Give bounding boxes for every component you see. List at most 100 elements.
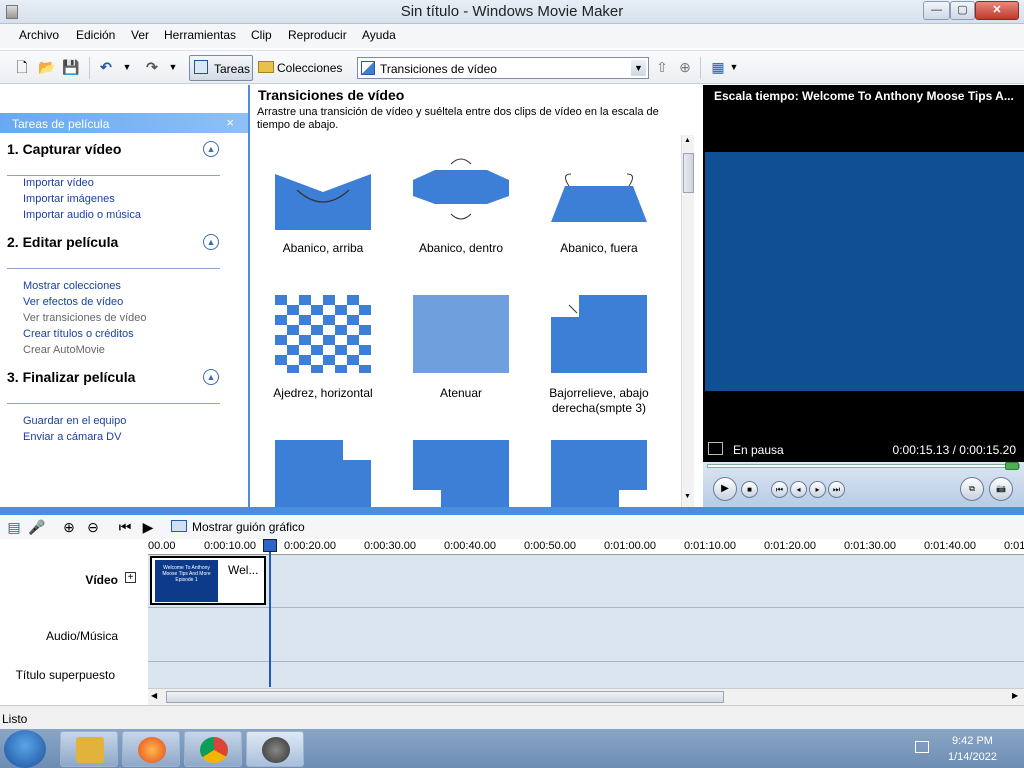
menu-reproducir[interactable]: Reproducir: [288, 28, 347, 42]
transition-thumb-fan-up[interactable]: [275, 152, 371, 230]
ruler-tick: 0:01: [1004, 540, 1024, 552]
menu-ayuda[interactable]: Ayuda: [362, 28, 396, 42]
scrollbar-thumb[interactable]: [166, 691, 724, 703]
link-import-video[interactable]: Importar vídeo: [23, 177, 94, 189]
link-save-computer[interactable]: Guardar en el equipo: [23, 415, 126, 427]
link-create-titles[interactable]: Crear títulos o créditos: [23, 328, 134, 340]
new-project-icon[interactable]: 🗋: [12, 57, 32, 77]
ruler-tick: 0:00:20.00: [284, 540, 336, 552]
scrollbar-thumb[interactable]: [683, 153, 694, 193]
rewind-icon[interactable]: ◂: [790, 481, 807, 498]
menu-edicion[interactable]: Edición: [76, 28, 115, 42]
close-icon[interactable]: ×: [226, 115, 234, 130]
scroll-left-icon[interactable]: ◀: [151, 691, 157, 700]
collections-button[interactable]: Colecciones: [255, 55, 347, 81]
clip-thumbnail: Welcome To Anthony Moose Tips And More E…: [155, 560, 218, 602]
transition-thumb-corner[interactable]: [551, 440, 647, 507]
redo-icon[interactable]: ↷: [142, 57, 162, 77]
link-view-effects[interactable]: Ver efectos de vídeo: [23, 296, 123, 308]
collection-select[interactable]: Transiciones de vídeo ▼: [357, 57, 649, 79]
clock[interactable]: 9:42 PM 1/14/2022: [948, 733, 997, 765]
transitions-pane: Transiciones de vídeo Arrastre una trans…: [251, 85, 696, 507]
play-icon[interactable]: ▶: [713, 477, 737, 501]
transition-thumb-fan-in[interactable]: [413, 152, 509, 230]
section-title-edit[interactable]: 2. Editar película: [7, 234, 118, 250]
scroll-down-icon[interactable]: ▼: [684, 493, 691, 500]
next-frame-icon[interactable]: ⏭: [828, 481, 845, 498]
toolbar-separator: [89, 57, 90, 79]
section-title-finish[interactable]: 3. Finalizar película: [7, 369, 135, 385]
zoom-in-icon[interactable]: ⊕: [59, 517, 79, 537]
save-icon[interactable]: 💾: [61, 57, 81, 77]
link-show-collections[interactable]: Mostrar colecciones: [23, 280, 121, 292]
video-clip[interactable]: Welcome To Anthony Moose Tips And More E…: [150, 556, 266, 605]
taskbar-movie-maker[interactable]: [246, 731, 304, 767]
link-send-dv[interactable]: Enviar a cámara DV: [23, 431, 121, 443]
camera-icon[interactable]: 📷: [989, 477, 1013, 501]
menu-archivo[interactable]: Archivo: [19, 28, 59, 42]
time-ruler[interactable]: 00.00 0:00:10.00 0:00:20.00 0:00:30.00 0…: [148, 539, 1024, 555]
tasks-button[interactable]: Tareas: [189, 55, 253, 81]
maximize-button[interactable]: ▢: [950, 1, 975, 20]
split-clip-icon[interactable]: ⧉: [960, 477, 984, 501]
undo-dropdown-icon[interactable]: ▼: [117, 57, 137, 77]
storyboard-icon[interactable]: ▤: [4, 517, 24, 537]
forward-icon[interactable]: ▸: [809, 481, 826, 498]
network-icon[interactable]: [915, 741, 929, 753]
storyboard-view-icon[interactable]: [171, 520, 187, 532]
seek-handle[interactable]: [1005, 462, 1019, 470]
show-storyboard-button[interactable]: Mostrar guión gráfico: [192, 520, 305, 534]
expand-icon[interactable]: +: [125, 572, 136, 583]
link-import-images[interactable]: Importar imágenes: [23, 193, 115, 205]
scroll-right-icon[interactable]: ▶: [1012, 691, 1018, 700]
new-folder-icon[interactable]: ⊕: [675, 57, 695, 77]
fullscreen-icon[interactable]: [708, 442, 723, 455]
zoom-out-icon[interactable]: ⊖: [83, 517, 103, 537]
chevron-down-icon[interactable]: ▼: [631, 60, 646, 76]
close-button[interactable]: ✕: [975, 1, 1019, 20]
collapse-icon[interactable]: ▲: [203, 234, 219, 250]
stop-icon[interactable]: ■: [741, 481, 758, 498]
transition-thumb-checker[interactable]: [275, 295, 371, 373]
minimize-button[interactable]: —: [923, 1, 950, 20]
link-import-audio[interactable]: Importar audio o música: [23, 209, 141, 221]
transition-thumb-corner[interactable]: [275, 440, 371, 507]
transition-thumb-fan-out[interactable]: [551, 152, 647, 230]
pane-divider[interactable]: [0, 507, 1024, 515]
playhead[interactable]: [269, 540, 271, 687]
pane-description: Arrastre una transición de vídeo y suélt…: [257, 106, 659, 131]
timeline-tracks[interactable]: [148, 555, 1024, 688]
menu-bar: Archivo Edición Ver Herramientas Clip Re…: [0, 24, 1024, 48]
taskbar-chrome[interactable]: [184, 731, 242, 767]
playback-controls: ▶ ■ ⏮ ◂ ▸ ⏭ ⧉ 📷: [703, 462, 1024, 507]
ruler-tick: 0:01:10.00: [684, 540, 736, 552]
horizontal-scrollbar[interactable]: ◀ ▶: [148, 688, 1024, 705]
start-button[interactable]: [4, 730, 46, 768]
view-dropdown-icon[interactable]: ▼: [724, 57, 744, 77]
collapse-icon[interactable]: ▲: [203, 141, 219, 157]
taskbar-firefox[interactable]: [122, 731, 180, 767]
open-project-icon[interactable]: 📂: [37, 57, 57, 77]
chrome-icon: [200, 737, 228, 763]
vertical-scrollbar[interactable]: ▲ ▼: [681, 135, 694, 507]
playhead-handle[interactable]: [263, 539, 277, 552]
collapse-icon[interactable]: ▲: [203, 369, 219, 385]
taskbar-explorer[interactable]: [60, 731, 118, 767]
previous-frame-icon[interactable]: ⏮: [771, 481, 788, 498]
rewind-timeline-icon[interactable]: ⏮: [115, 517, 135, 537]
menu-clip[interactable]: Clip: [251, 28, 272, 42]
play-timeline-icon[interactable]: ▶: [138, 517, 158, 537]
up-level-icon[interactable]: ⇧: [652, 57, 672, 77]
seek-bar[interactable]: [707, 462, 1020, 470]
narrate-icon[interactable]: 🎤: [27, 517, 47, 537]
transition-thumb-emboss[interactable]: [551, 295, 647, 373]
menu-ver[interactable]: Ver: [131, 28, 149, 42]
transition-thumb-corner[interactable]: [413, 440, 509, 507]
undo-icon[interactable]: ↶: [96, 57, 116, 77]
scroll-up-icon[interactable]: ▲: [684, 137, 691, 144]
playback-time: 0:00:15.13 / 0:00:15.20: [892, 443, 1016, 457]
section-title-capture[interactable]: 1. Capturar vídeo: [7, 141, 121, 157]
transition-thumb-fade[interactable]: [413, 295, 509, 373]
redo-dropdown-icon[interactable]: ▼: [163, 57, 183, 77]
menu-herramientas[interactable]: Herramientas: [164, 28, 236, 42]
